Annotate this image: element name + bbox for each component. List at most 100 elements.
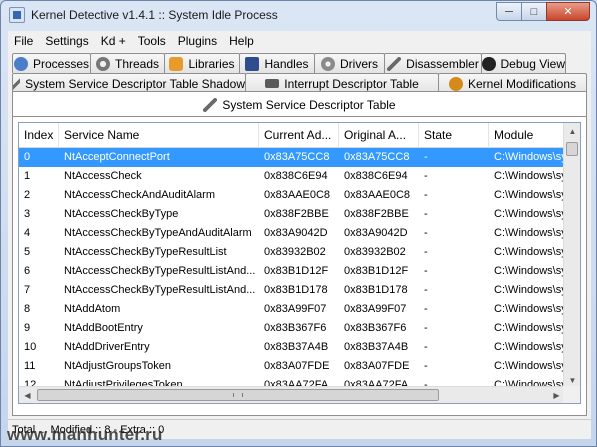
tab-label: Processes [32,56,90,71]
list-header: Index Service Name Current Ad... Origina… [19,123,565,148]
module-cell: C:\Windows\sys [494,151,565,163]
vertical-scroll-thumb[interactable] [566,142,578,156]
original-address-cell: 0x83A9042D [344,227,408,239]
current-address-cell: 0x83B1D12F [264,265,329,277]
tab-drivers[interactable]: Drivers [314,53,385,73]
original-address-cell: 0x838C6E94 [344,170,408,182]
current-address-cell: 0x83A75CC8 [264,151,330,163]
index-cell: 6 [24,265,31,277]
maximize-button[interactable]: □ [521,2,547,21]
service-name-cell: NtAddBootEntry [64,322,143,334]
state-cell: - [424,189,428,201]
minimize-button[interactable]: ─ [496,2,522,21]
table-row[interactable]: 7 NtAccessCheckByTypeResultListAnd... 0x83… [19,281,565,300]
scroll-up-icon[interactable]: ▲ [564,123,580,140]
table-row[interactable]: 11 NtAdjustGroupsToken 0x83A07FDE 0x83A07FD… [19,357,565,376]
table-row[interactable]: 1 NtAccessCheck 0x838C6E94 0x838C6E94 - C:\Wi… [19,167,565,186]
libraries-icon [169,56,184,71]
menu-kd[interactable]: Kd + [95,34,132,48]
tab-ssdt[interactable]: System Service Descriptor Table [12,91,587,117]
module-cell: C:\Windows\sys [494,322,565,334]
index-cell: 8 [24,303,31,315]
module-cell: C:\Windows\sys [494,360,565,372]
column-header-original-address[interactable]: Original A... [339,123,419,148]
scrollbar-corner [563,386,580,403]
current-address-cell: 0x838C6E94 [264,170,328,182]
tab-label: System Service Descriptor Table [222,97,396,112]
tab-label: Interrupt Descriptor Table [284,76,419,91]
menu-settings[interactable]: Settings [39,34,94,48]
title-bar[interactable]: Kernel Detective v1.4.1 :: System Idle P… [1,1,596,29]
service-name-cell: NtAccessCheckByTypeResultList [64,246,227,258]
state-cell: - [424,303,428,315]
service-name-cell: NtAccessCheckByTypeAndAuditAlarm [64,227,252,239]
tab-disassembler[interactable]: Disassembler [384,53,482,73]
current-address-cell: 0x83A9042D [264,227,328,239]
tab-idt[interactable]: Interrupt Descriptor Table [245,73,439,93]
menu-help[interactable]: Help [223,34,260,48]
index-cell: 11 [24,360,36,372]
tab-debug-view[interactable]: Debug View [481,53,566,73]
current-address-cell: 0x83B367F6 [264,322,327,334]
window-title: Kernel Detective v1.4.1 :: System Idle P… [31,8,278,22]
tab-label: System Service Descriptor Table Shadow [25,76,245,91]
current-address-cell: 0x838F2BBE [264,208,329,220]
state-cell: - [424,208,428,220]
close-button[interactable]: ✕ [546,2,590,21]
ssdt-list[interactable]: Index Service Name Current Ad... Origina… [18,122,581,404]
threads-icon [95,56,110,71]
scroll-left-icon[interactable]: ◀ [19,387,36,403]
state-cell: - [424,227,428,239]
table-row[interactable]: 6 NtAccessCheckByTypeResultListAnd... 0x83… [19,262,565,281]
current-address-cell: 0x83A07FDE [264,360,330,372]
current-address-cell: 0x83B1D178 [264,284,328,296]
current-address-cell: 0x83B37A4B [264,341,329,353]
horizontal-scrollbar[interactable]: ◀ ▶ [19,386,565,403]
main-window: Kernel Detective v1.4.1 :: System Idle P… [0,0,597,447]
menu-file[interactable]: File [8,34,39,48]
menu-plugins[interactable]: Plugins [172,34,223,48]
menu-tools[interactable]: Tools [132,34,172,48]
state-cell: - [424,265,428,277]
original-address-cell: 0x83B367F6 [344,322,407,334]
column-header-module[interactable]: Module [489,123,565,148]
module-cell: C:\Windows\sys [494,170,565,182]
index-cell: 7 [24,284,31,296]
module-cell: C:\Windows\sys [494,208,565,220]
tab-libraries[interactable]: Libraries [164,53,240,73]
column-header-state[interactable]: State [419,123,489,148]
current-address-cell: 0x83A99F07 [264,303,327,315]
module-cell: C:\Windows\sys [494,284,565,296]
original-address-cell: 0x83AAE0C8 [344,189,411,201]
column-header-current-address[interactable]: Current Ad... [259,123,339,148]
index-cell: 3 [24,208,31,220]
disassembler-icon [387,56,402,71]
tab-label: Debug View [500,56,566,71]
wrench-icon [13,76,21,91]
service-name-cell: NtAdjustGroupsToken [64,360,171,372]
tab-row-2: System Service Descriptor Table Shadow I… [12,73,587,93]
tab-threads[interactable]: Threads [90,53,165,73]
table-row[interactable]: 2 NtAccessCheckAndAuditAlarm 0x83AAE0C8 0x8… [19,186,565,205]
column-header-index[interactable]: Index [19,123,59,148]
debug-view-icon [482,56,496,71]
client-area: Processes Threads Libraries Handles Driv… [8,51,591,439]
state-cell: - [424,322,428,334]
table-row[interactable]: 5 NtAccessCheckByTypeResultList 0x83932B02… [19,243,565,262]
tab-kernel-modifications[interactable]: Kernel Modifications [438,73,587,93]
horizontal-scroll-thumb[interactable] [37,389,439,401]
tab-ssdt-shadow[interactable]: System Service Descriptor Table Shadow [12,73,246,93]
state-cell: - [424,170,428,182]
tab-label: Threads [114,56,160,71]
table-row[interactable]: 0 NtAcceptConnectPort 0x83A75CC8 0x83A75CC8… [19,148,565,167]
vertical-scrollbar[interactable]: ▲ ▼ [563,123,580,389]
column-header-service-name[interactable]: Service Name [59,123,259,148]
table-row[interactable]: 9 NtAddBootEntry 0x83B367F6 0x83B367F6 - C:\W… [19,319,565,338]
table-row[interactable]: 8 NtAddAtom 0x83A99F07 0x83A99F07 - C:\Window… [19,300,565,319]
original-address-cell: 0x83B1D12F [344,265,409,277]
table-row[interactable]: 10 NtAddDriverEntry 0x83B37A4B 0x83B37A4B - C… [19,338,565,357]
table-row[interactable]: 4 NtAccessCheckByTypeAndAuditAlarm 0x83A90… [19,224,565,243]
table-row[interactable]: 3 NtAccessCheckByType 0x838F2BBE 0x838F2BBE… [19,205,565,224]
tab-processes[interactable]: Processes [12,53,91,73]
tab-handles[interactable]: Handles [239,53,315,73]
